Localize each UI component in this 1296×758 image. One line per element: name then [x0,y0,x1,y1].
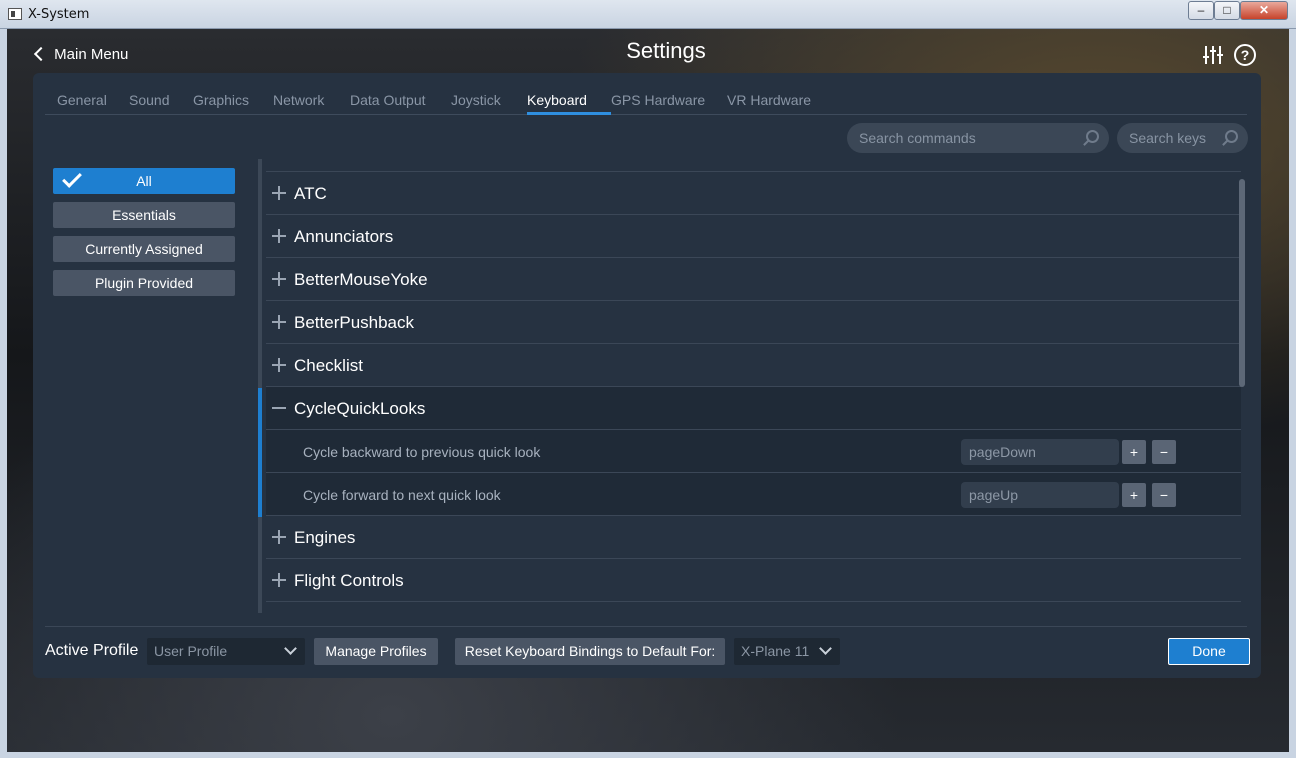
sliders-icon[interactable] [1202,44,1224,66]
chevron-down-icon [819,642,832,655]
reset-bindings-button[interactable]: Reset Keyboard Bindings to Default For: [455,638,725,665]
category-label: ATC [294,184,327,203]
filter-label: All [136,173,152,189]
minus-icon [272,401,286,415]
profile-value: User Profile [154,643,228,659]
expanded-accent-bar [258,388,262,517]
checkmark-icon [62,168,82,188]
active-tab-indicator [527,112,611,115]
category-row-engines[interactable]: Engines [266,516,1241,559]
search-commands-placeholder: Search commands [859,130,976,146]
plus-icon [272,573,286,587]
manage-profiles-button[interactable]: Manage Profiles [314,638,438,665]
category-label: Checklist [294,356,363,375]
plus-icon [272,229,286,243]
list-scrollbar[interactable] [1239,179,1245,387]
chevron-left-icon [33,46,49,62]
close-button[interactable]: ✕ [1240,1,1288,20]
app-icon [8,8,22,20]
window-titlebar: X-System – □ ✕ [0,0,1296,29]
footer-divider [45,626,1247,627]
active-profile-label: Active Profile [45,642,139,659]
version-value: X-Plane 11 [741,643,810,659]
filter-essentials-button[interactable]: Essentials [53,202,235,228]
help-icon[interactable]: ? [1234,44,1256,66]
minimize-button[interactable]: – [1188,1,1214,20]
command-label: Cycle backward to previous quick look [303,444,541,460]
tab-general[interactable]: General [57,92,107,108]
profile-dropdown[interactable]: User Profile [147,638,305,665]
category-label: Engines [294,528,356,547]
key-binding-field[interactable]: pageDown [961,439,1119,465]
window-frame-bottom [0,752,1296,758]
command-row: Cycle forward to next quick look pageUp … [266,473,1241,516]
filter-currently-assigned-button[interactable]: Currently Assigned [53,236,235,262]
settings-tabs: General Sound Graphics Network Data Outp… [45,73,1247,115]
category-row-bettermouseyoke[interactable]: BetterMouseYoke [266,258,1241,301]
tab-network[interactable]: Network [273,92,324,108]
search-icon [1086,130,1099,143]
plus-icon [272,272,286,286]
tab-data-output[interactable]: Data Output [350,92,426,108]
tab-gps-hardware[interactable]: GPS Hardware [611,92,705,108]
plus-icon [272,186,286,200]
add-binding-button[interactable]: + [1122,440,1146,464]
category-row-annunciators[interactable]: Annunciators [266,215,1241,258]
category-row-flight-controls[interactable]: Flight Controls [266,559,1241,602]
version-dropdown[interactable]: X-Plane 11 [734,638,840,665]
command-list: ATC Annunciators BetterMouseYoke BetterP… [266,172,1241,612]
maximize-button[interactable]: □ [1214,1,1240,20]
tab-graphics[interactable]: Graphics [193,92,249,108]
command-row: Cycle backward to previous quick look pa… [266,430,1241,473]
category-label: Flight Controls [294,571,404,590]
page-title: Settings [626,38,706,63]
remove-binding-button[interactable]: − [1152,483,1176,507]
search-commands-input[interactable]: Search commands [847,123,1109,153]
search-keys-placeholder: Search keys [1129,130,1207,146]
search-keys-input[interactable]: Search keys [1117,123,1248,153]
filter-plugin-provided-button[interactable]: Plugin Provided [53,270,235,296]
category-row-cyclequicklooks[interactable]: CycleQuickLooks [266,387,1241,430]
filter-all-button[interactable]: All [53,168,235,194]
main-menu-label: Main Menu [54,46,129,63]
main-menu-button[interactable]: Main Menu [33,46,129,63]
plus-icon [272,358,286,372]
list-divider [258,159,262,613]
key-binding-field[interactable]: pageUp [961,482,1119,508]
add-binding-button[interactable]: + [1122,483,1146,507]
search-icon [1225,130,1238,143]
done-button[interactable]: Done [1168,638,1250,665]
window-frame-left [0,29,7,758]
command-label: Cycle forward to next quick look [303,487,501,503]
category-label: BetterPushback [294,313,415,332]
window-title: X-System [28,7,90,22]
plus-icon [272,315,286,329]
tab-vr-hardware[interactable]: VR Hardware [727,92,811,108]
remove-binding-button[interactable]: − [1152,440,1176,464]
tab-keyboard[interactable]: Keyboard [527,92,587,108]
chevron-down-icon [284,642,297,655]
tab-sound[interactable]: Sound [129,92,169,108]
category-label: BetterMouseYoke [294,270,428,289]
tab-joystick[interactable]: Joystick [451,92,501,108]
settings-dialog: General Sound Graphics Network Data Outp… [33,73,1261,678]
window-frame-right [1289,29,1296,758]
category-label: CycleQuickLooks [294,399,426,418]
plus-icon [272,530,286,544]
category-row-checklist[interactable]: Checklist [266,344,1241,387]
category-label: Annunciators [294,227,394,246]
category-row-atc[interactable]: ATC [266,172,1241,215]
category-row-betterpushback[interactable]: BetterPushback [266,301,1241,344]
